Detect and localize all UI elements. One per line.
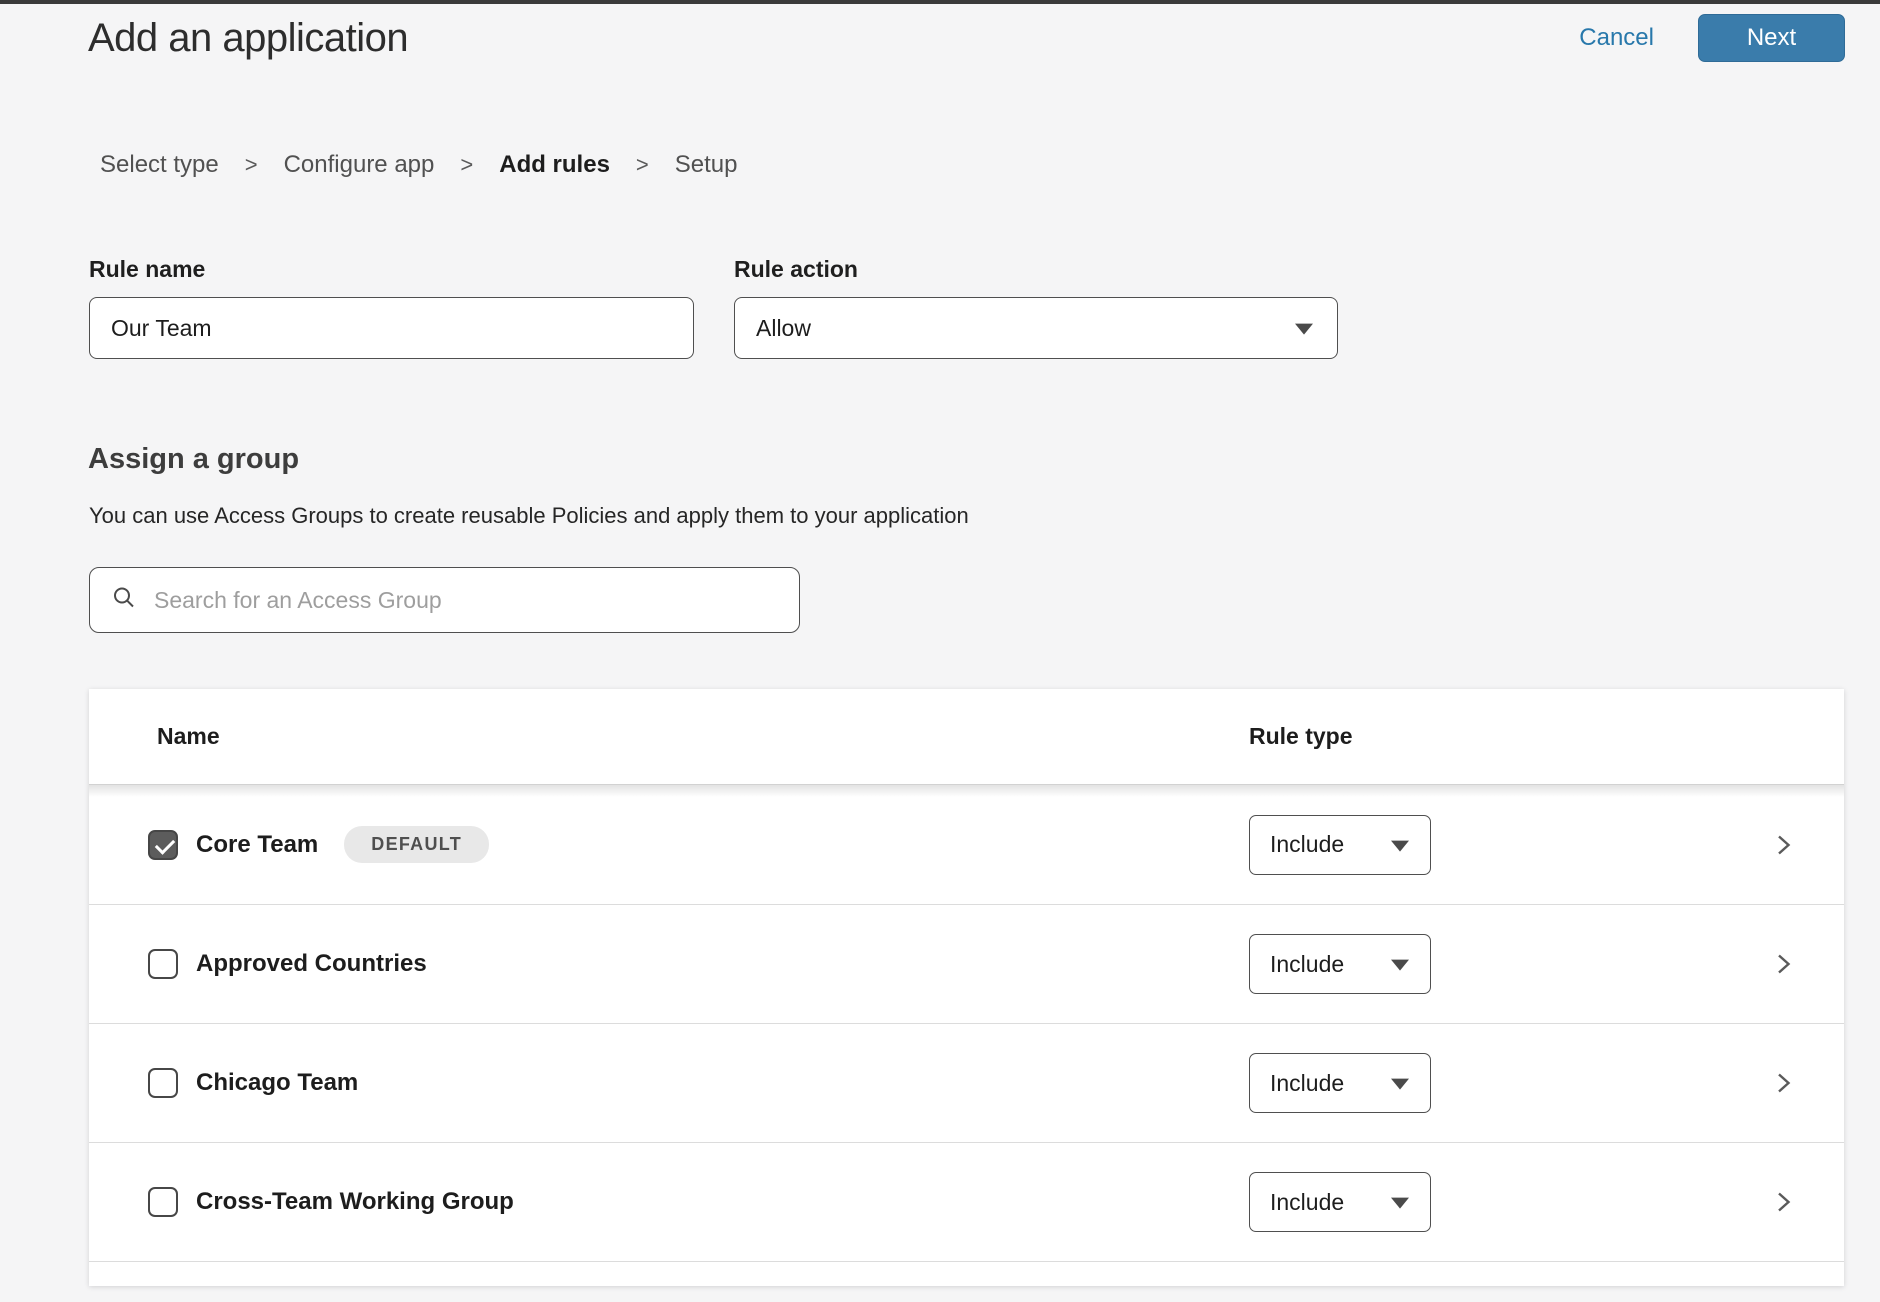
table-row: Approved Countries Include (89, 904, 1844, 1023)
rule-type-value: Include (1270, 1070, 1344, 1097)
access-groups-table: Name Rule type Core Team DEFAULT Include… (89, 689, 1844, 1286)
search-input[interactable] (89, 567, 800, 633)
breadcrumb-step-configure-app[interactable]: Configure app (284, 151, 435, 179)
table-body: Core Team DEFAULT Include Approved Count… (89, 785, 1844, 1286)
column-header-rule-type: Rule type (1249, 723, 1353, 750)
breadcrumb-separator: > (245, 152, 258, 178)
rule-action-value: Allow (756, 315, 811, 342)
chevron-right-icon[interactable] (1770, 832, 1796, 858)
rule-name-input[interactable] (89, 297, 694, 359)
caret-down-icon (1391, 1198, 1409, 1209)
breadcrumb-step-add-rules[interactable]: Add rules (499, 151, 610, 179)
breadcrumb-separator: > (636, 152, 649, 178)
top-accent-bar (0, 0, 1880, 4)
group-name: Approved Countries (196, 950, 427, 978)
group-name: Chicago Team (196, 1069, 358, 1097)
breadcrumb-step-select-type[interactable]: Select type (100, 151, 219, 179)
table-row: Cross-Team Working Group Include (89, 1142, 1844, 1261)
breadcrumb: Select type > Configure app > Add rules … (100, 151, 1880, 179)
rule-type-value: Include (1270, 1189, 1344, 1216)
page-title: Add an application (88, 16, 1579, 61)
table-row: Core Team DEFAULT Include (89, 785, 1844, 904)
group-name: Cross-Team Working Group (196, 1188, 514, 1216)
search-icon (111, 585, 137, 616)
column-header-name: Name (89, 723, 1249, 750)
rule-form-row: Rule name Rule action Allow (89, 256, 1880, 359)
rule-action-label: Rule action (734, 256, 1338, 283)
assign-group-description: You can use Access Groups to create reus… (89, 503, 1880, 529)
caret-down-icon (1391, 1079, 1409, 1090)
caret-down-icon (1295, 324, 1313, 335)
rule-type-select[interactable]: Include (1249, 934, 1431, 994)
chevron-right-icon[interactable] (1770, 951, 1796, 977)
default-badge: DEFAULT (344, 826, 489, 863)
page-header: Add an application Cancel Next (88, 14, 1845, 62)
breadcrumb-step-setup[interactable]: Setup (675, 151, 738, 179)
group-name: Core Team (196, 831, 318, 859)
row-checkbox[interactable] (148, 1187, 178, 1217)
row-checkbox[interactable] (148, 1068, 178, 1098)
rule-type-select[interactable]: Include (1249, 1053, 1431, 1113)
cancel-button[interactable]: Cancel (1579, 24, 1654, 52)
row-checkbox[interactable] (148, 949, 178, 979)
chevron-right-icon[interactable] (1770, 1189, 1796, 1215)
table-header: Name Rule type (89, 689, 1844, 785)
caret-down-icon (1391, 960, 1409, 971)
access-group-search (89, 567, 800, 633)
rule-type-select[interactable]: Include (1249, 1172, 1431, 1232)
rule-name-label: Rule name (89, 256, 694, 283)
rule-type-select[interactable]: Include (1249, 815, 1431, 875)
assign-group-heading: Assign a group (88, 443, 1880, 476)
breadcrumb-separator: > (460, 152, 473, 178)
rule-type-value: Include (1270, 831, 1344, 858)
next-button[interactable]: Next (1698, 14, 1845, 62)
chevron-right-icon[interactable] (1770, 1070, 1796, 1096)
rule-type-value: Include (1270, 951, 1344, 978)
row-checkbox[interactable] (148, 830, 178, 860)
table-row: Chicago Team Include (89, 1023, 1844, 1142)
partial-next-row (89, 1261, 1844, 1286)
rule-action-select[interactable]: Allow (734, 297, 1338, 359)
caret-down-icon (1391, 840, 1409, 851)
